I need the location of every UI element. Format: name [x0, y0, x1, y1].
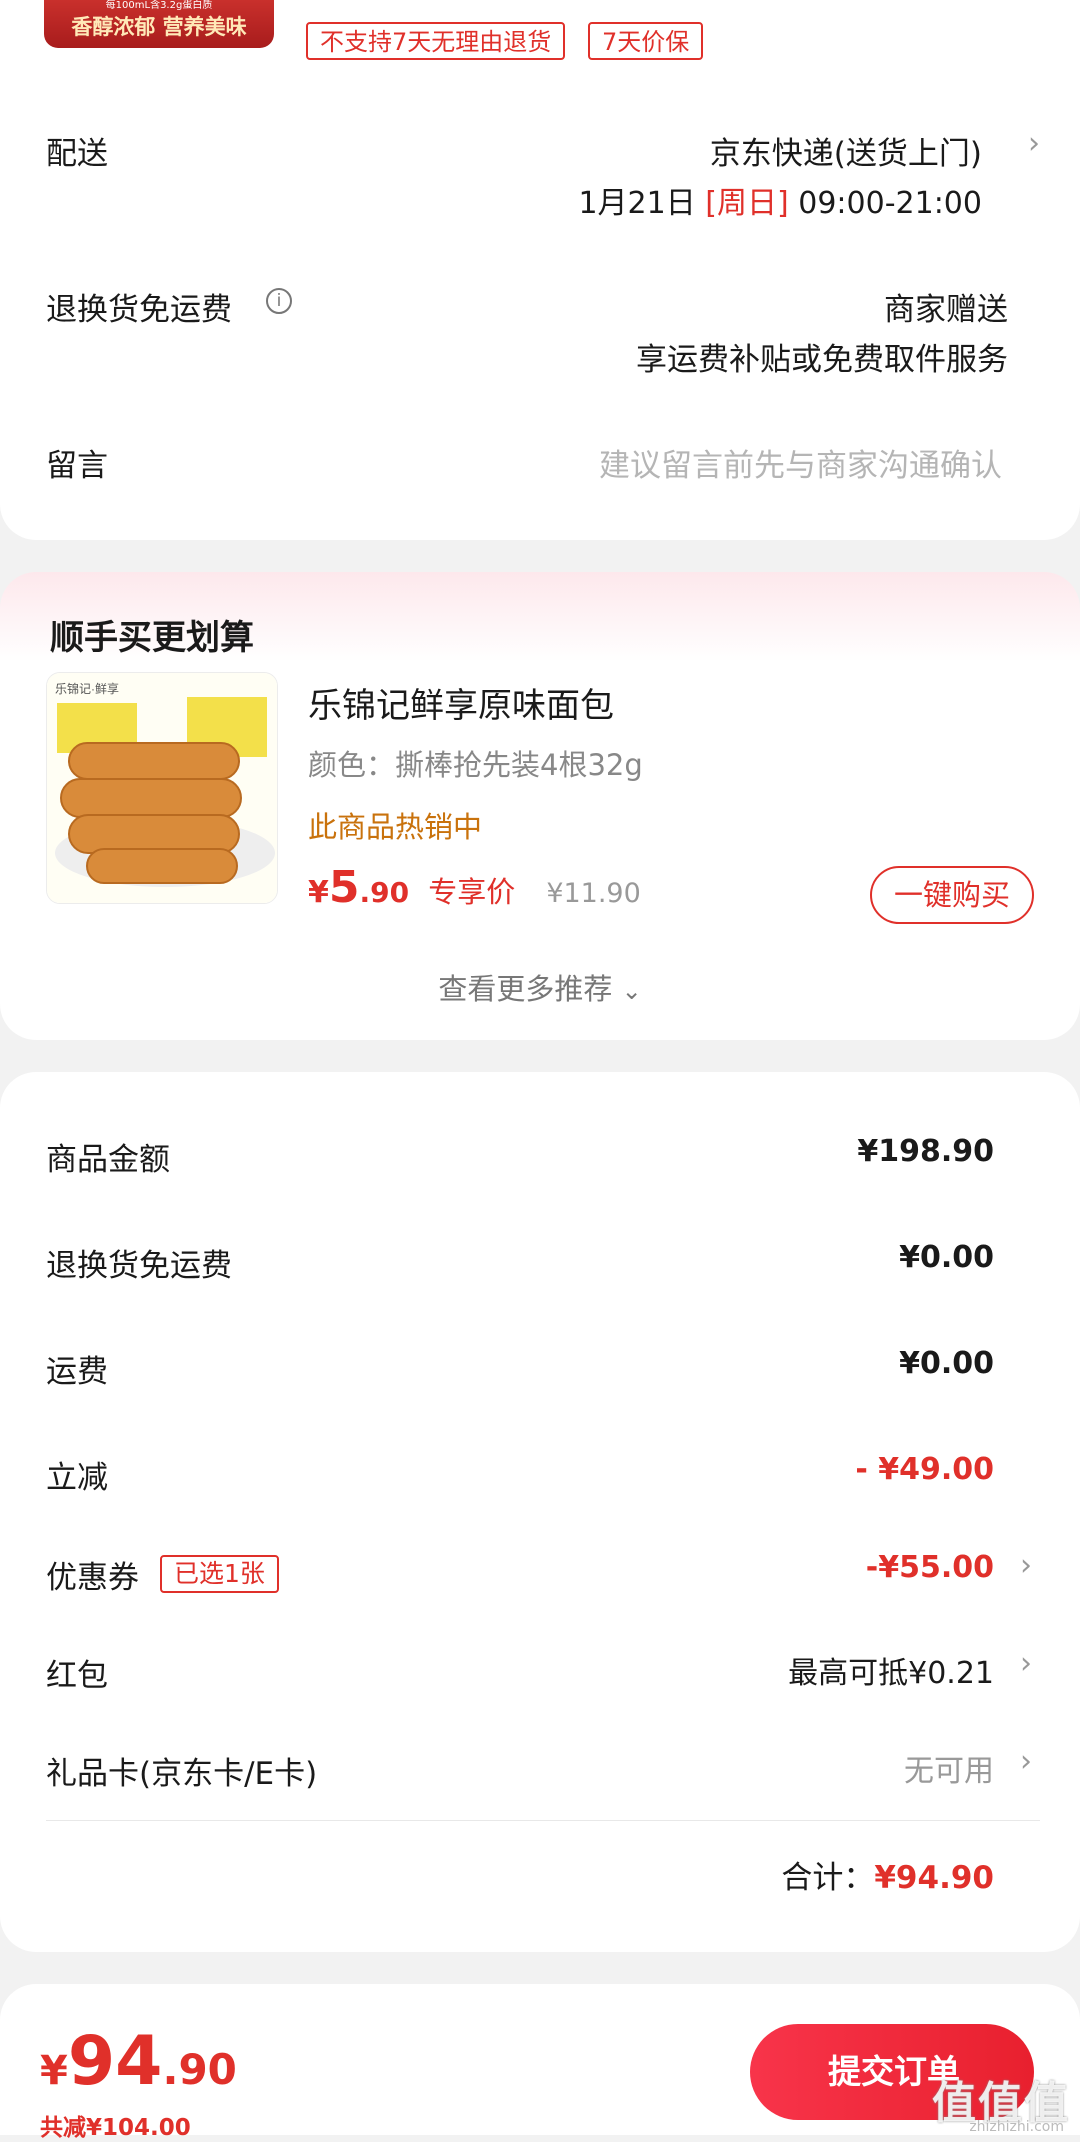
chevron-right-icon[interactable]: › [1020, 1744, 1032, 1779]
recommend-product-name[interactable]: 乐锦记鲜享原味面包 [308, 678, 614, 727]
freight-label: 运费 [46, 1354, 108, 1390]
gift-card-label: 礼品卡(京东卡/E卡) [46, 1756, 318, 1792]
banner-small-text: 每100mL含3.2g蛋白质 [105, 0, 213, 11]
gift-card-value[interactable]: 无可用 [904, 1746, 994, 1790]
price-integer: 5 [328, 862, 360, 913]
price-decimal: .90 [359, 876, 410, 909]
price-summary-card: 商品金额 ¥198.90 退换货免运费 ¥0.00 运费 ¥0.00 立减 - … [0, 1072, 1080, 1952]
info-icon[interactable]: i [266, 288, 292, 314]
order-info-card: 每100mL含3.2g蛋白质 香醇浓郁 营养美味 不支持7天无理由退货 7天价保… [0, 0, 1080, 540]
bread-image: 乐锦记·鲜享 [47, 673, 277, 903]
freight-value: ¥0.00 [899, 1346, 994, 1381]
instant-discount-value: - ¥49.00 [855, 1452, 994, 1487]
return-shipping-value: 商家赠送 [884, 292, 1008, 328]
see-more-label: 查看更多推荐 [438, 972, 613, 1006]
original-price: ¥11.90 [546, 878, 641, 909]
recommend-title: 顺手买更划算 [50, 618, 254, 658]
coupon-value[interactable]: -¥55.00 [866, 1550, 994, 1585]
image-brand-text: 乐锦记·鲜享 [55, 681, 119, 696]
total-value: ¥94.90 [874, 1860, 994, 1896]
recommend-product-image[interactable]: 乐锦记·鲜享 [46, 672, 278, 904]
delivery-method[interactable]: 京东快递(送货上门) [710, 128, 982, 173]
red-packet-label: 红包 [46, 1658, 108, 1694]
pay-integer: 94 [67, 2022, 163, 2101]
chevron-right-icon[interactable]: › [1020, 1548, 1032, 1583]
recommend-card: 顺手买更划算 乐锦记·鲜享 乐锦记鲜享原味面包 颜色：撕棒抢先装4根32g 此商… [0, 572, 1080, 1040]
chevron-down-icon: ⌄ [621, 977, 642, 1005]
see-more-recommend[interactable]: 查看更多推荐 ⌄ [0, 966, 1080, 1008]
message-label: 留言 [46, 448, 108, 484]
order-total: 合计：¥94.90 [781, 1852, 994, 1897]
chevron-right-icon[interactable]: › [1020, 1646, 1032, 1681]
exclusive-price-tag: 专享价 [428, 875, 516, 909]
one-click-buy-button[interactable]: 一键购买 [870, 866, 1034, 924]
no-return-tag: 不支持7天无理由退货 [306, 22, 566, 60]
delivery-label: 配送 [46, 136, 108, 172]
price-currency: ¥ [308, 875, 329, 910]
goods-amount-value: ¥198.90 [857, 1134, 994, 1169]
recommend-hot-label: 此商品热销中 [308, 810, 483, 844]
pay-amount: ¥94.90 [40, 2022, 237, 2101]
return-freight-value: ¥0.00 [899, 1240, 994, 1275]
pay-decimal: .90 [162, 2045, 237, 2094]
goods-amount-label: 商品金额 [46, 1142, 170, 1178]
delivery-date: 1月21日 [578, 186, 696, 221]
recommend-product-spec: 颜色：撕棒抢先装4根32g [308, 748, 643, 782]
total-label: 合计： [781, 1860, 875, 1896]
delivery-time[interactable]: 1月21日 [周日] 09:00-21:00 [578, 178, 982, 222]
banner-text: 香醇浓郁 营养美味 [71, 15, 247, 39]
delivery-weekday: [周日] [705, 186, 789, 221]
total-saved: 共减¥104.00 [40, 2115, 191, 2141]
delivery-hours: 09:00-21:00 [798, 186, 982, 221]
coupon-selected-badge: 已选1张 [160, 1555, 279, 1593]
product-thumbnail[interactable]: 每100mL含3.2g蛋白质 香醇浓郁 营养美味 [44, 0, 274, 48]
coupon-label: 优惠券 [46, 1560, 139, 1596]
return-freight-label: 退换货免运费 [46, 1248, 232, 1284]
instant-discount-label: 立减 [46, 1460, 108, 1496]
bottom-checkout-bar: ¥94.90 共减¥104.00 提交订单 值值值 zhizhizhi.com [0, 1984, 1080, 2141]
recommend-price: ¥5.90 专享价 ¥11.90 [308, 862, 641, 913]
price-protect-tag: 7天价保 [588, 22, 704, 60]
return-shipping-desc: 享运费补贴或免费取件服务 [636, 342, 1008, 378]
pay-currency: ¥ [40, 2048, 68, 2094]
message-input[interactable]: 建议留言前先与商家沟通确认 [599, 440, 1002, 485]
return-shipping-label: 退换货免运费 [46, 292, 232, 328]
red-packet-value[interactable]: 最高可抵¥0.21 [788, 1648, 994, 1692]
divider [46, 1820, 1040, 1821]
chevron-right-icon[interactable]: › [1028, 126, 1040, 161]
watermark-url: zhizhizhi.com [969, 2119, 1064, 2135]
